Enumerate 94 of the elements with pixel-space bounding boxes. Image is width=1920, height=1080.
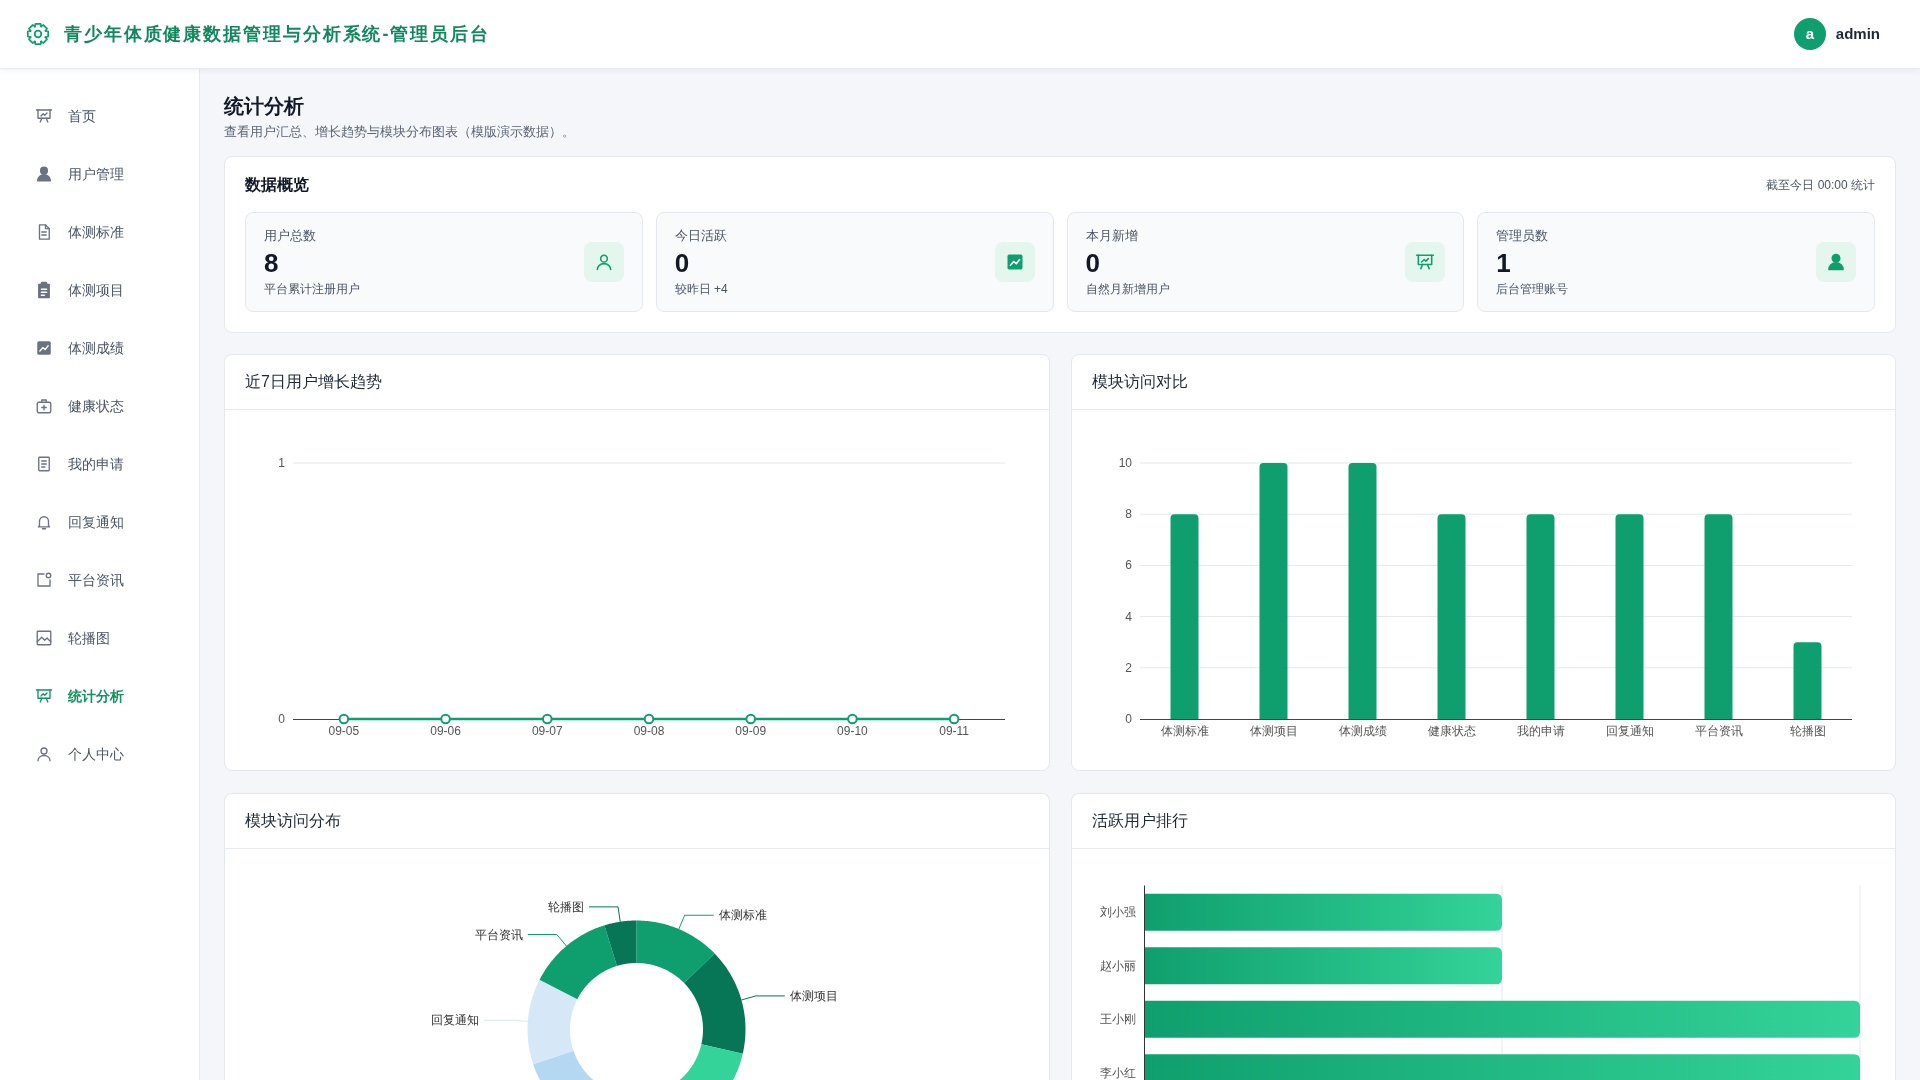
sidebar-item[interactable]: 用户管理: [0, 145, 199, 203]
axis-label: 0: [1124, 712, 1132, 726]
data-point: [745, 713, 756, 725]
axis-label: 体测标准: [1160, 724, 1208, 738]
sidebar-item[interactable]: 体测成绩: [0, 319, 199, 377]
stat-caption: 自然月新增用户: [1085, 281, 1170, 297]
stat-caption: 后台管理账号: [1496, 281, 1569, 297]
user-name-label: 王小刚: [1099, 1011, 1136, 1026]
axis-label: 09-08: [633, 724, 665, 738]
slice-label: 回复通知: [430, 1012, 479, 1027]
sidebar-item[interactable]: 首页: [0, 87, 199, 145]
sidebar-item[interactable]: 统计分析: [0, 667, 199, 725]
axis-label: 09-09: [735, 724, 767, 738]
clipboard-icon: [35, 281, 53, 299]
axis-label: 0: [278, 712, 285, 726]
sidebar-item[interactable]: 我的申请: [0, 435, 199, 493]
axis-label: 体测项目: [1249, 724, 1297, 738]
axis-label: 2: [1124, 660, 1132, 675]
axis-label: 平台资讯: [1694, 724, 1742, 738]
presentation-board-icon: [1405, 242, 1446, 282]
leader-line: [588, 905, 621, 922]
slice-label: 轮播图: [548, 899, 584, 914]
data-point: [847, 713, 858, 725]
stat-note: 截至今日 00:00 统计: [1766, 176, 1875, 194]
user-name-label: 李小红: [1099, 1065, 1136, 1080]
user-icon: [1816, 242, 1856, 282]
axis-label: 09-10: [837, 724, 868, 738]
image-icon: [35, 629, 53, 647]
settings-icon: [26, 22, 50, 46]
sidebar-item[interactable]: 平台资讯: [0, 551, 199, 609]
sidebar-item[interactable]: 健康状态: [0, 377, 199, 435]
sidebar-item[interactable]: 体测项目: [0, 261, 199, 319]
data-point: [440, 713, 451, 725]
slice-label: 体测标准: [718, 907, 767, 922]
medical-kit-icon: [35, 397, 53, 415]
user-avatar: a: [1793, 18, 1826, 50]
card-title: 模块访问对比: [1091, 372, 1188, 392]
data-point: [948, 713, 960, 725]
axis-label: 体测成绩: [1338, 724, 1386, 738]
username: admin: [1835, 23, 1880, 44]
leader-line: [740, 994, 786, 1000]
presentation-board-icon: [35, 687, 53, 705]
axis-label: 09-05: [328, 724, 360, 738]
stat-value: 0: [674, 248, 690, 278]
card-title: 活跃用户排行: [1091, 810, 1188, 831]
user-icon: [583, 242, 624, 282]
user-name-label: 赵小丽: [1099, 958, 1136, 973]
section-title: 数据概览: [245, 174, 309, 195]
axis-label: 09-06: [430, 724, 461, 738]
stat-label: 本月新增: [1085, 227, 1138, 245]
stat-value: 0: [1085, 248, 1100, 278]
slice-label: 体测项目: [789, 988, 838, 1003]
user-icon: [35, 165, 53, 183]
line-chart-icon: [994, 242, 1035, 282]
stat-label: 用户总数: [264, 227, 316, 245]
card-title: 近7日用户增长趋势: [245, 372, 382, 392]
bell-icon: [35, 513, 53, 531]
sidebar-item[interactable]: 体测标准: [0, 203, 199, 261]
sidebar-item[interactable]: 回复通知: [0, 493, 199, 551]
presentation-board-icon: [35, 107, 53, 125]
stat-value: 8: [264, 248, 279, 278]
page-subtitle: 查看用户汇总、增长趋势与模块分布图表（模版演示数据）。: [224, 122, 575, 141]
axis-label: 轮播图: [1789, 724, 1825, 738]
data-point: [643, 713, 655, 725]
line-chart-icon: [35, 339, 53, 357]
page-title: 统计分析: [224, 94, 304, 118]
data-point: [542, 713, 553, 725]
user-icon: [35, 745, 53, 763]
stat-caption: 较昨日 +4: [674, 281, 728, 297]
axis-label: 09-07: [531, 724, 563, 738]
stat-label: 管理员数: [1496, 227, 1549, 245]
stat-caption: 平台累计注册用户: [264, 281, 360, 297]
leader-line: [678, 914, 715, 930]
axis-label: 10: [1118, 456, 1132, 470]
user-name-label: 刘小强: [1099, 904, 1136, 919]
sidebar-item[interactable]: 个人中心: [0, 725, 199, 783]
stat-value: 1: [1496, 248, 1511, 278]
axis-label: 09-11: [939, 724, 970, 738]
axis-label: 1: [278, 456, 285, 470]
data-point: [338, 713, 350, 725]
slice-label: 平台资讯: [474, 927, 523, 941]
stat-label: 今日活跃: [674, 227, 727, 245]
app-title: 青少年体质健康数据管理与分析系统-管理员后台: [64, 23, 490, 46]
sidebar-item[interactable]: 轮播图: [0, 609, 199, 667]
axis-label: 健康状态: [1427, 724, 1475, 738]
axis-label: 4: [1124, 609, 1132, 624]
axis-label: 我的申请: [1516, 724, 1564, 738]
axis-label: 6: [1124, 558, 1132, 573]
card-title: 模块访问分布: [245, 810, 341, 831]
leader-line: [527, 933, 567, 946]
news-icon: [35, 571, 53, 589]
document-icon: [35, 455, 53, 473]
axis-label: 回复通知: [1605, 724, 1653, 738]
axis-label: 8: [1124, 507, 1132, 522]
